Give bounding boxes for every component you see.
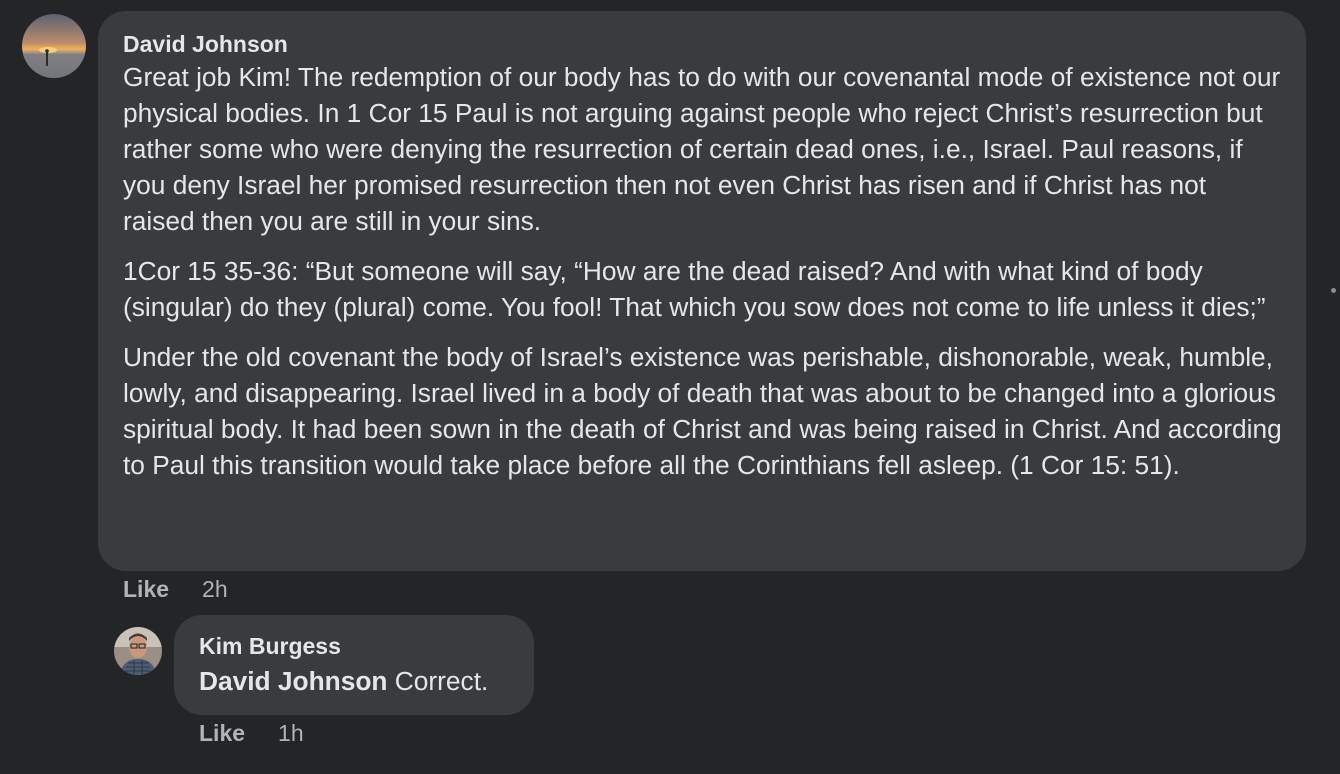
reply-bubble: Kim Burgess David Johnson Correct. — [174, 615, 534, 715]
comment-paragraph: Under the old covenant the body of Israe… — [123, 342, 1282, 480]
reply-author[interactable]: Kim Burgess — [199, 632, 510, 660]
sunset-photo-avatar — [22, 14, 86, 78]
mention-link[interactable]: David Johnson — [199, 666, 387, 696]
profile-photo-avatar — [114, 627, 162, 675]
reply-actions: Like 1h — [199, 719, 304, 747]
avatar[interactable] — [114, 627, 162, 675]
comment-author[interactable]: David Johnson — [123, 30, 1282, 58]
reply-body: David Johnson Correct. — [199, 663, 510, 699]
scrollbar-indicator[interactable] — [1331, 288, 1336, 293]
comment-timestamp[interactable]: 2h — [202, 575, 228, 603]
reply-text: Correct. — [387, 666, 489, 696]
comment-paragraph: 1Cor 15 35-36: “But someone will say, “H… — [123, 256, 1266, 322]
comment-bubble: David Johnson Great job Kim! The redempt… — [98, 11, 1306, 571]
like-button[interactable]: Like — [123, 575, 169, 603]
reply-timestamp[interactable]: 1h — [278, 719, 304, 747]
comment-paragraph: Great job Kim! The redemption of our bod… — [123, 62, 1281, 236]
avatar[interactable] — [22, 14, 86, 78]
comment-actions: Like 2h — [123, 575, 228, 603]
comment-thread: David Johnson Great job Kim! The redempt… — [0, 0, 1340, 774]
like-button[interactable]: Like — [199, 719, 245, 747]
